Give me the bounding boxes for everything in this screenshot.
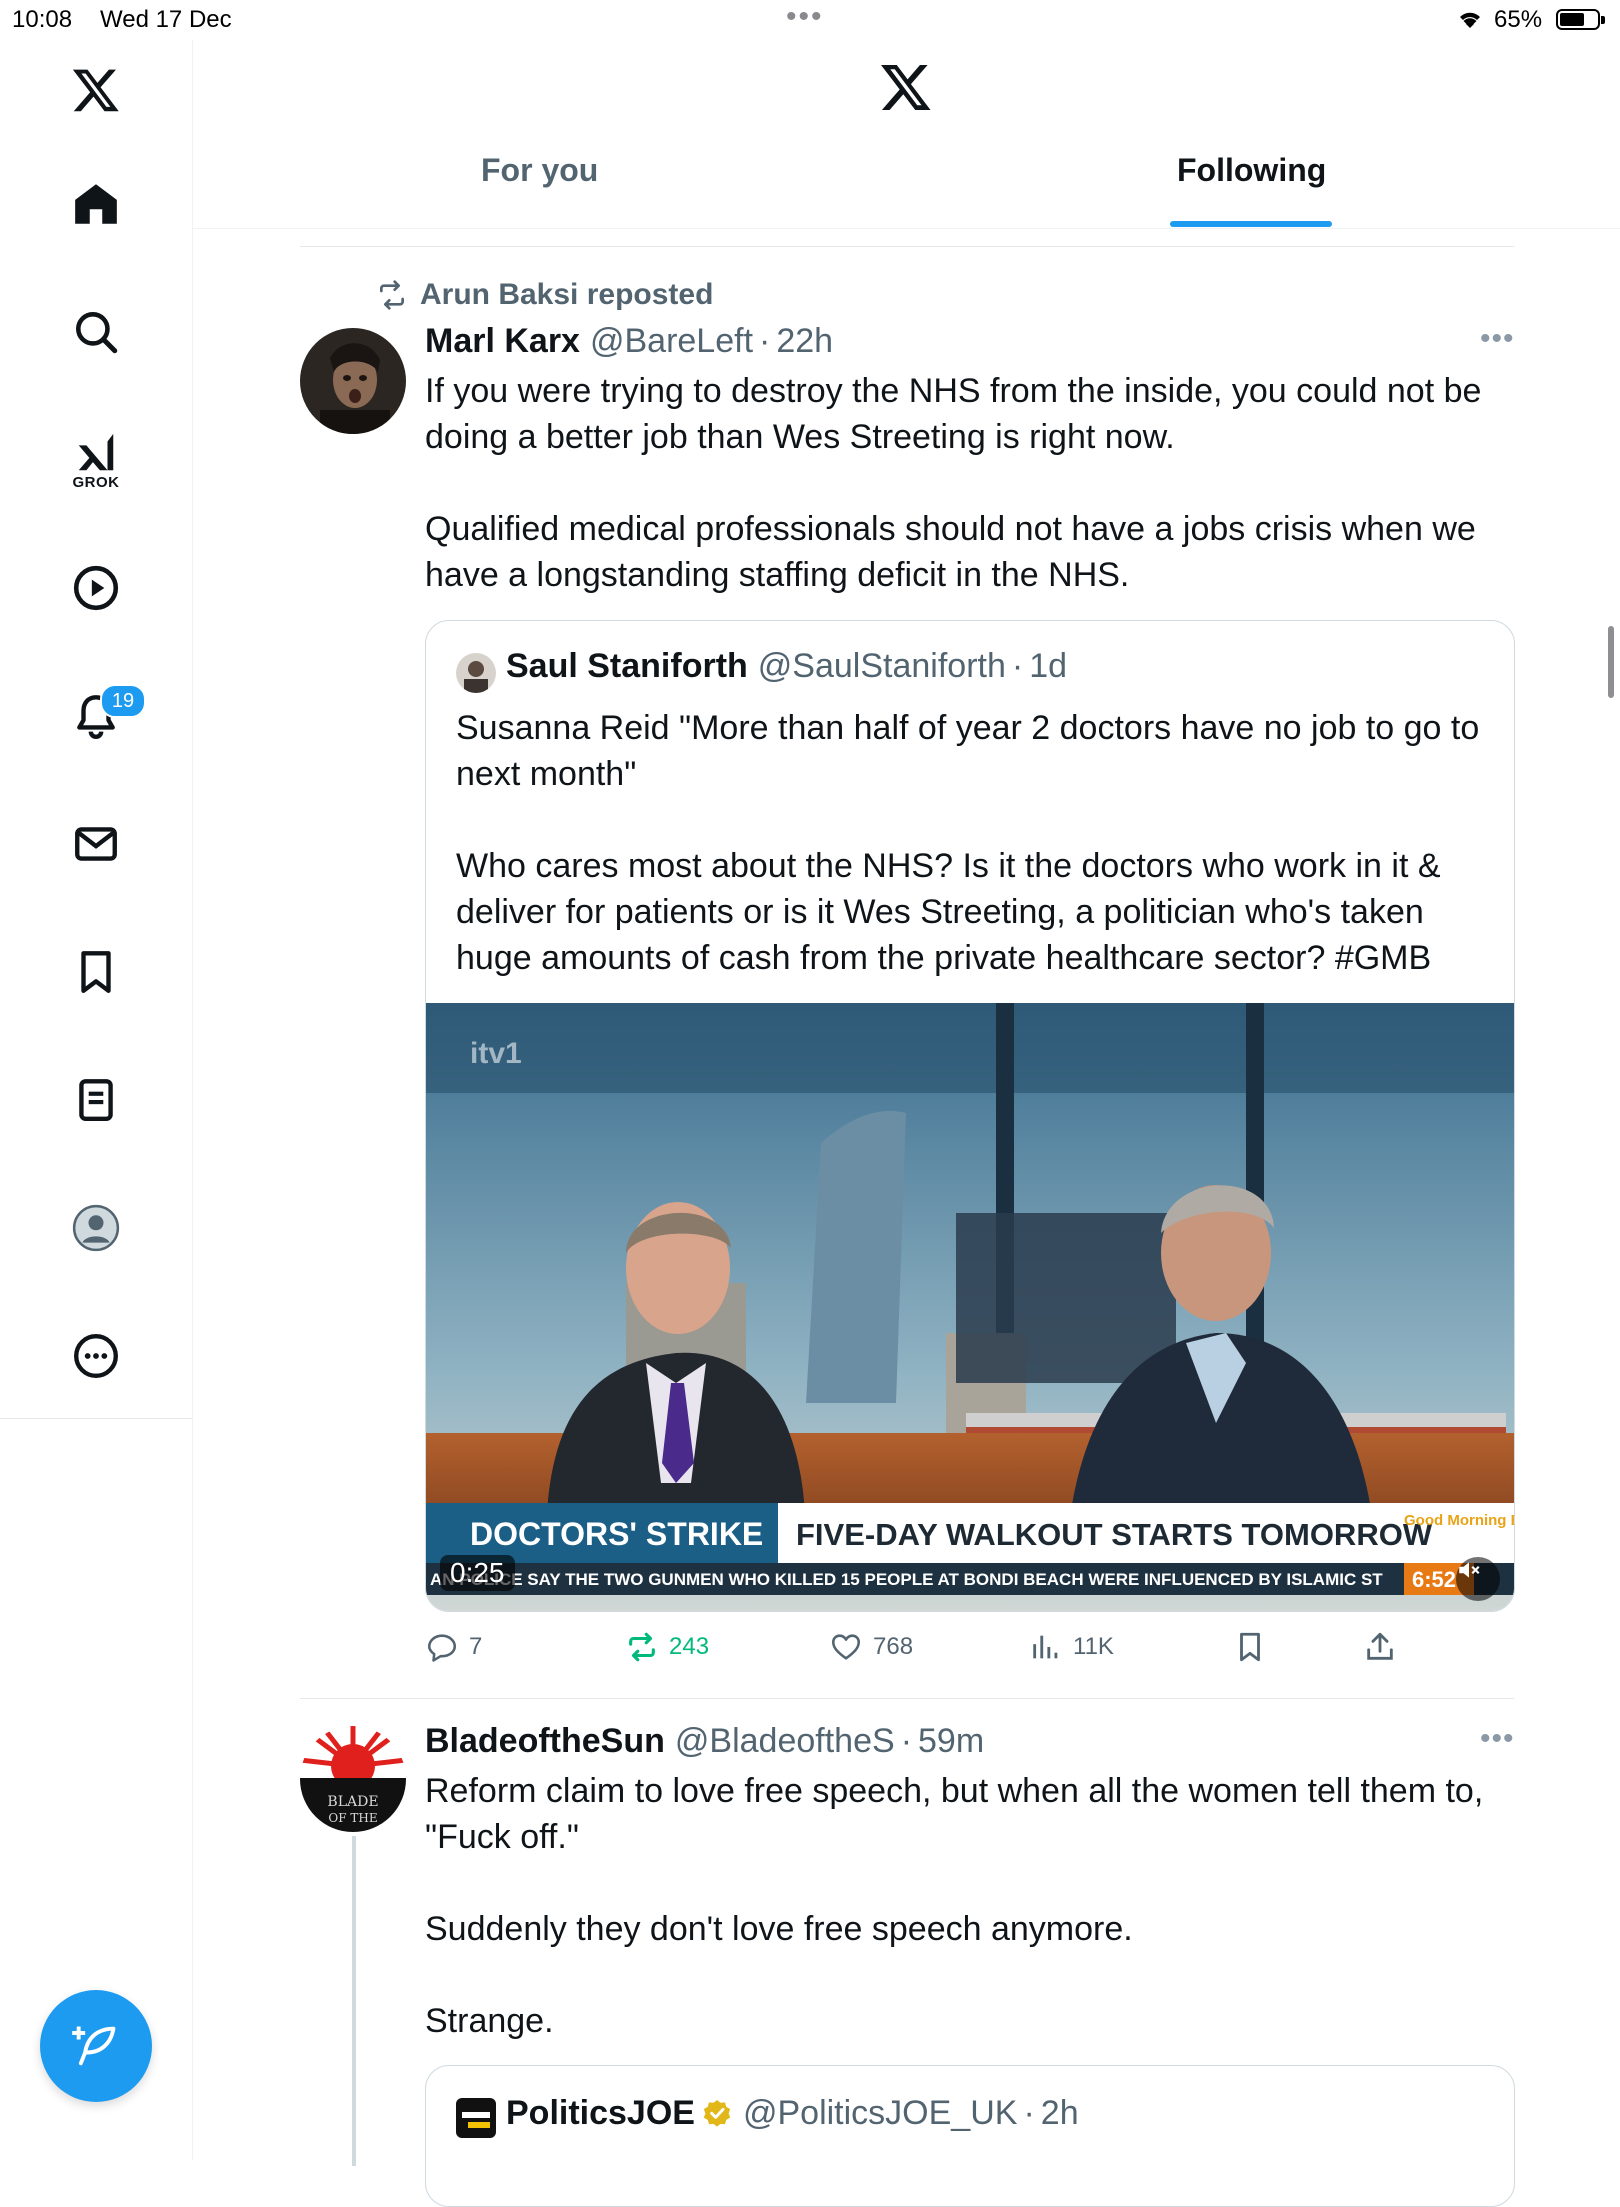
repost-context[interactable]: Arun Baksi reposted [376, 278, 713, 312]
notifications-icon[interactable]: 19 [46, 666, 146, 766]
sidebar: GROK 19 [0, 40, 193, 2160]
quoted-tweet[interactable]: Saul Staniforth @SaulStaniforth · 1d Sus… [425, 620, 1515, 1612]
dot-separator: · [900, 1722, 913, 1760]
dot-separator: · [1011, 647, 1024, 685]
author-handle[interactable]: @BareLeft [590, 322, 753, 361]
repost-icon [380, 280, 404, 310]
grok-label: GROK [72, 473, 120, 491]
tweet-header: BladeoftheSun @BladeoftheS · 59m [425, 1722, 984, 1761]
video-thumbnail: itv1 DOCTORS' STRIKE FIVE-DAY WALKOUT ST… [426, 1003, 1514, 1611]
profile-avatar-icon[interactable] [46, 1178, 146, 1278]
channel-logo: itv1 [470, 1037, 522, 1070]
status-bar: 10:08 Wed 17 Dec ••• 65% [0, 0, 1620, 40]
analytics-icon [1033, 1635, 1058, 1659]
view-count: 11K [1073, 1633, 1114, 1660]
feed-divider [300, 246, 1514, 247]
sidebar-divider [0, 1418, 192, 1419]
verified-badge-icon [703, 2099, 731, 2127]
more-icon[interactable] [46, 1306, 146, 1406]
tab-following[interactable]: Following [1177, 152, 1326, 189]
more-options-icon[interactable]: ••• [1480, 322, 1515, 356]
search-icon[interactable] [46, 282, 146, 382]
avatar [456, 2098, 496, 2138]
tab-for-you[interactable]: For you [481, 152, 598, 189]
quoted-post-time: 2h [1040, 2094, 1079, 2132]
status-date: Wed 17 Dec [100, 6, 232, 33]
svg-text:OF THE: OF THE [328, 1811, 377, 1825]
feather-plus-icon [72, 2026, 116, 2066]
bookmark-button[interactable] [1233, 1630, 1267, 1664]
banner-right: FIVE-DAY WALKOUT STARTS TOMORROW [796, 1517, 1433, 1552]
author-name[interactable]: BladeoftheSun [425, 1722, 665, 1761]
thread-connector [352, 1836, 356, 2166]
quoted-tweet[interactable]: PoliticsJOE @PoliticsJOE_UK · 2h [425, 2065, 1515, 2207]
like-count: 768 [873, 1633, 914, 1660]
speaker-muted-icon [1459, 1562, 1480, 1578]
quoted-tweet-text: Susanna Reid "More than half of year 2 d… [456, 709, 1480, 977]
quoted-author-name: PoliticsJOE [506, 2094, 695, 2132]
notifications-badge: 19 [100, 684, 146, 718]
timeline-header: For you Following [193, 40, 1620, 229]
tweet-text: If you were trying to destroy the NHS fr… [425, 372, 1482, 594]
post-time[interactable]: 59m [918, 1722, 984, 1761]
home-icon[interactable] [46, 154, 146, 254]
bookmarks-icon[interactable] [46, 922, 146, 1022]
quoted-tweet-header: Saul Staniforth @SaulStaniforth · 1d [506, 647, 1067, 686]
news-ticker: AN POLICE SAY THE TWO GUNMEN WHO KILLED … [430, 1570, 1383, 1589]
reposted-by-label: Arun Baksi reposted [420, 278, 714, 311]
quoted-author-handle: @SaulStaniforth [757, 647, 1006, 685]
tv-clock: 6:52 [1412, 1567, 1456, 1592]
lists-icon[interactable] [46, 1050, 146, 1150]
active-tab-indicator [1170, 221, 1332, 227]
x-logo-icon [881, 64, 931, 110]
author-handle[interactable]: @BladeoftheS [675, 1722, 895, 1761]
avatar[interactable]: BLADE OF THE [300, 1726, 406, 1832]
avatar [456, 653, 496, 693]
avatar[interactable] [300, 328, 406, 434]
quoted-author-handle: @PoliticsJOE_UK [742, 2094, 1018, 2132]
reply-count: 7 [469, 1633, 483, 1660]
video-icon[interactable] [46, 538, 146, 638]
tweet-header: Marl Karx @BareLeft · 22h [425, 322, 833, 361]
battery-percent: 65% [1494, 6, 1543, 33]
bookmark-icon [1240, 1632, 1260, 1662]
reply-icon [427, 1634, 457, 1662]
messages-icon[interactable] [46, 794, 146, 894]
tweet-text: Reform claim to love free speech, but wh… [425, 1772, 1484, 2040]
scrollbar[interactable] [1608, 626, 1614, 698]
tweet-actions: 7 243 768 11K [425, 1630, 1465, 1670]
grok-icon[interactable]: GROK [46, 410, 146, 510]
show-logo: Good Morning Britain [1404, 1512, 1514, 1529]
share-icon [1367, 1632, 1393, 1660]
compose-post-button[interactable] [40, 1990, 152, 2102]
repost-icon [629, 1632, 655, 1662]
quoted-author-name: Saul Staniforth [506, 647, 748, 685]
repost-button[interactable]: 243 [625, 1630, 709, 1664]
reply-button[interactable]: 7 [425, 1630, 482, 1664]
video-duration: 0:25 [440, 1555, 515, 1591]
quoted-tweet-header: PoliticsJOE @PoliticsJOE_UK · 2h [506, 2094, 1079, 2133]
post-time[interactable]: 22h [776, 322, 833, 361]
heart-icon [831, 1634, 861, 1660]
views-button[interactable]: 11K [1029, 1630, 1114, 1664]
more-options-icon[interactable]: ••• [1480, 1722, 1515, 1756]
repost-count: 243 [669, 1633, 710, 1660]
wifi-icon [1456, 8, 1484, 37]
like-button[interactable]: 768 [829, 1630, 913, 1664]
tweet-divider [300, 1698, 1514, 1699]
x-logo-icon[interactable] [46, 40, 146, 140]
dot-separator: · [1023, 2094, 1035, 2132]
banner-left: DOCTORS' STRIKE [470, 1516, 763, 1552]
mute-button[interactable] [1456, 1557, 1500, 1601]
author-name[interactable]: Marl Karx [425, 322, 580, 361]
video-player[interactable]: itv1 DOCTORS' STRIKE FIVE-DAY WALKOUT ST… [426, 1003, 1514, 1611]
dot-separator: · [759, 322, 771, 360]
quoted-post-time: 1d [1029, 647, 1068, 685]
status-time: 10:08 [12, 6, 73, 33]
multitasking-dots-icon[interactable]: ••• [786, 0, 824, 34]
share-button[interactable] [1363, 1630, 1397, 1664]
svg-text:BLADE: BLADE [327, 1794, 378, 1810]
battery-icon [1556, 9, 1605, 30]
